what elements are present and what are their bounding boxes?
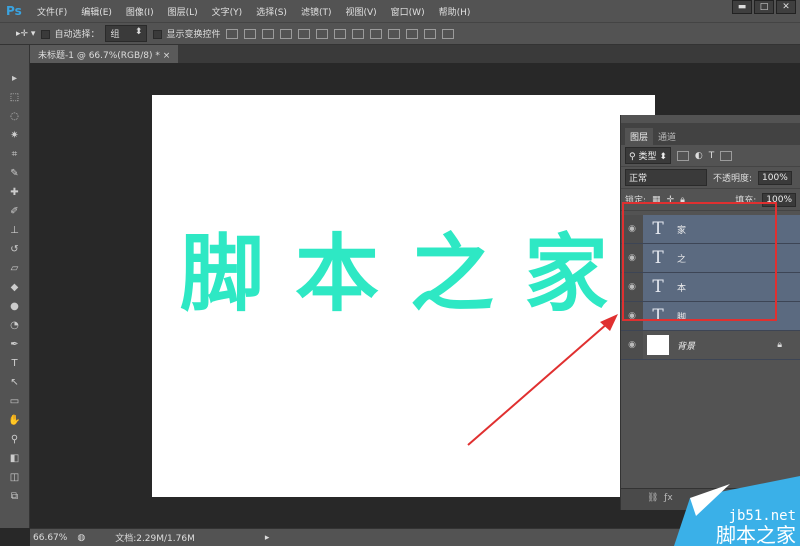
- status-menu-arrow-icon[interactable]: ▸: [265, 533, 270, 543]
- zoom-level[interactable]: 66.67%: [33, 533, 67, 543]
- svg-text:jb51.net: jb51.net: [729, 508, 796, 524]
- status-icon[interactable]: ◍: [77, 533, 85, 543]
- document-size: 文档:2.29M/1.76M: [115, 534, 195, 544]
- watermark-logo: jb51.net 脚本之家: [674, 476, 800, 546]
- svg-text:脚本之家: 脚本之家: [716, 523, 796, 546]
- annotation-arrow: [467, 314, 618, 446]
